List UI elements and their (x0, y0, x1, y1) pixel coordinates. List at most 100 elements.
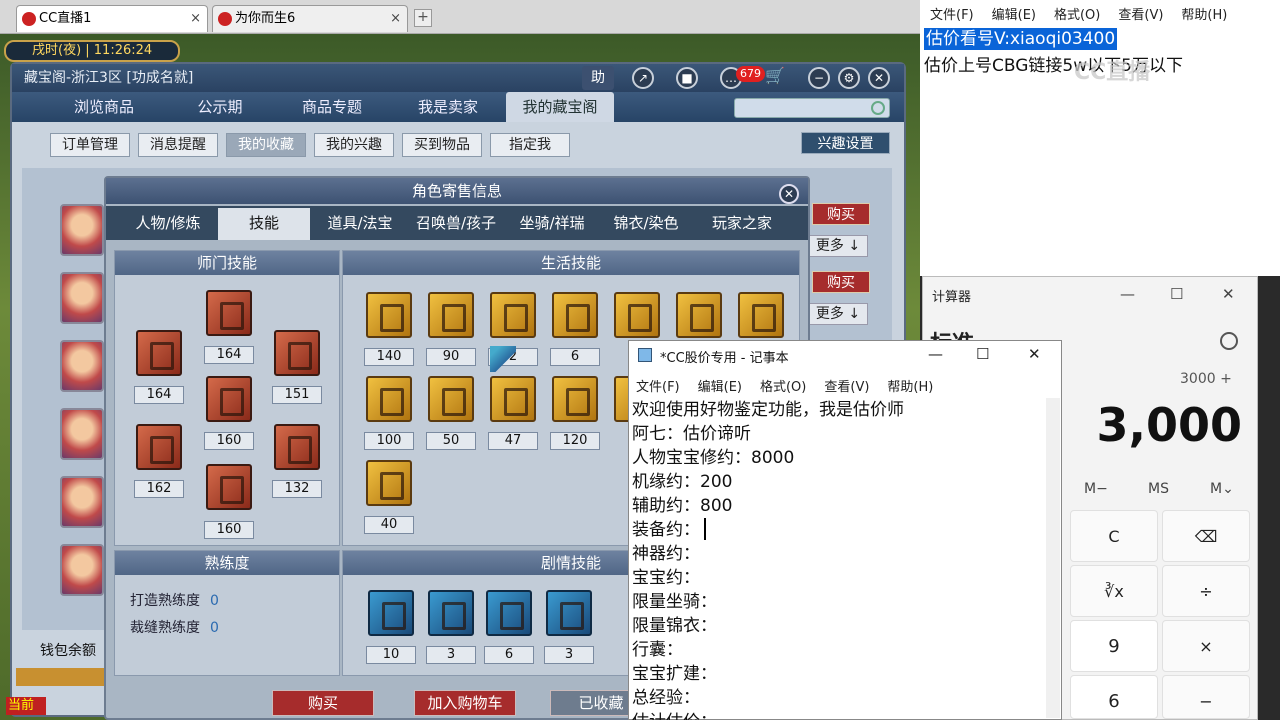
tab-topics[interactable]: 商品专题 (280, 92, 384, 122)
multiply-button[interactable]: × (1162, 620, 1250, 672)
digit-9-button[interactable]: 9 (1070, 620, 1158, 672)
school-skill-icon[interactable] (274, 424, 320, 470)
search-icon[interactable] (871, 101, 885, 115)
stop-icon[interactable]: ■ (676, 67, 698, 89)
school-skill-icon[interactable] (206, 290, 252, 336)
memory-minus-button[interactable]: M− (1084, 481, 1108, 497)
tab-pets[interactable]: 召唤兽/孩子 (408, 208, 504, 240)
school-skill-icon[interactable] (136, 424, 182, 470)
maximize-icon[interactable]: ☐ (1170, 285, 1183, 303)
browser-tab-weinierrsheng[interactable]: 为你而生6 × (212, 5, 408, 32)
backspace-button[interactable]: ⌫ (1162, 510, 1250, 562)
minus-button[interactable]: − (1162, 675, 1250, 719)
close-icon[interactable]: ✕ (868, 67, 890, 89)
tab-public[interactable]: 公示期 (168, 92, 272, 122)
life-skill-icon[interactable] (428, 292, 474, 338)
tab-browse[interactable]: 浏览商品 (52, 92, 156, 122)
close-icon[interactable]: ✕ (1222, 285, 1235, 303)
share-icon[interactable]: ↗ (632, 67, 654, 89)
story-skill-icon[interactable] (486, 590, 532, 636)
game-arrow-buttons[interactable] (16, 668, 116, 686)
add-to-cart-button[interactable]: 加入购物车 (414, 690, 516, 716)
life-skill-icon[interactable] (366, 460, 412, 506)
avatar[interactable] (60, 476, 104, 528)
minimize-icon[interactable]: − (808, 67, 830, 89)
notepad-text-area[interactable]: 欢迎使用好物鉴定功能，我是估价师 阿七：估价谛听 人物宝宝修约：8000 机缘约… (632, 398, 1046, 720)
subtab-assigned[interactable]: 指定我 (490, 133, 570, 157)
more-button[interactable]: 更多 ↓ (808, 235, 868, 257)
minimize-icon[interactable]: — (928, 345, 943, 363)
avatar[interactable] (60, 340, 104, 392)
menu-format[interactable]: 格式(O) (760, 380, 806, 395)
selected-text-line[interactable]: 估价看号V:xiaoqi03400 (924, 28, 1118, 50)
school-skill-icon[interactable] (206, 376, 252, 422)
close-icon[interactable]: ✕ (779, 184, 799, 204)
life-skill-icon[interactable] (428, 376, 474, 422)
school-skill-icon[interactable] (206, 464, 252, 510)
life-skill-icon[interactable] (738, 292, 784, 338)
tab-skills[interactable]: 技能 (218, 208, 310, 240)
subtab-messages[interactable]: 消息提醒 (138, 133, 218, 157)
avatar[interactable] (60, 272, 104, 324)
menu-edit[interactable]: 编辑(E) (992, 8, 1036, 23)
menu-help[interactable]: 帮助(H) (887, 380, 933, 395)
life-skill-icon[interactable] (490, 292, 536, 338)
tab-home[interactable]: 玩家之家 (696, 208, 788, 240)
life-skill-icon[interactable] (490, 376, 536, 422)
settings-icon[interactable]: ⚙ (838, 67, 860, 89)
new-tab-button[interactable]: + (414, 9, 432, 27)
buy-button[interactable]: 购买 (272, 690, 374, 716)
tab-items[interactable]: 道具/法宝 (314, 208, 406, 240)
more-button[interactable]: 更多 ↓ (808, 303, 868, 325)
life-skill-icon[interactable] (676, 292, 722, 338)
digit-6-button[interactable]: 6 (1070, 675, 1158, 719)
avatar[interactable] (60, 204, 104, 256)
buy-button[interactable]: 购买 (812, 271, 870, 293)
story-skill-icon[interactable] (546, 590, 592, 636)
history-icon[interactable] (1220, 332, 1238, 350)
avatar[interactable] (60, 544, 104, 596)
maximize-icon[interactable]: ☐ (976, 345, 989, 363)
story-skill-icon[interactable] (368, 590, 414, 636)
subtab-interests[interactable]: 我的兴趣 (314, 133, 394, 157)
menu-file[interactable]: 文件(F) (930, 8, 974, 23)
life-skill-icon[interactable] (366, 292, 412, 338)
current-channel[interactable]: 当前 (6, 697, 46, 715)
story-skill-icon[interactable] (428, 590, 474, 636)
tab-seller[interactable]: 我是卖家 (396, 92, 500, 122)
search-input[interactable] (734, 98, 890, 118)
subtab-bought[interactable]: 买到物品 (402, 133, 482, 157)
cube-root-button[interactable]: ∛x (1070, 565, 1158, 617)
interest-settings-button[interactable]: 兴趣设置 (801, 132, 890, 154)
tab-outfits[interactable]: 锦衣/染色 (600, 208, 692, 240)
menu-edit[interactable]: 编辑(E) (698, 380, 742, 395)
school-skill-icon[interactable] (136, 330, 182, 376)
close-tab-icon[interactable]: × (390, 6, 401, 32)
tab-character[interactable]: 人物/修炼 (122, 208, 214, 240)
life-skill-icon[interactable] (614, 292, 660, 338)
tab-mounts[interactable]: 坐骑/祥瑞 (506, 208, 598, 240)
browser-tab-cc-live[interactable]: CC直播1 × (16, 5, 208, 32)
menu-view[interactable]: 查看(V) (1118, 8, 1163, 23)
menu-view[interactable]: 查看(V) (824, 380, 869, 395)
menu-format[interactable]: 格式(O) (1054, 8, 1100, 23)
vertical-scrollbar[interactable] (1046, 398, 1060, 718)
school-skill-icon[interactable] (274, 330, 320, 376)
buy-button[interactable]: 购买 (812, 203, 870, 225)
clear-button[interactable]: C (1070, 510, 1158, 562)
life-skill-icon[interactable] (552, 292, 598, 338)
minimize-icon[interactable]: — (1120, 285, 1135, 303)
close-tab-icon[interactable]: × (190, 6, 201, 32)
subtab-favorites[interactable]: 我的收藏 (226, 133, 306, 157)
tab-my-cbg[interactable]: 我的藏宝阁 (506, 92, 614, 122)
life-skill-icon[interactable] (552, 376, 598, 422)
memory-store-button[interactable]: MS (1148, 481, 1169, 497)
cart-icon[interactable]: 🛒 (764, 67, 786, 89)
subtab-orders[interactable]: 订单管理 (50, 133, 130, 157)
life-skill-icon[interactable] (366, 376, 412, 422)
memory-list-button[interactable]: M⌄ (1210, 481, 1234, 497)
avatar[interactable] (60, 408, 104, 460)
menu-file[interactable]: 文件(F) (636, 380, 680, 395)
help-button[interactable]: 助 (582, 66, 614, 90)
menu-help[interactable]: 帮助(H) (1181, 8, 1227, 23)
